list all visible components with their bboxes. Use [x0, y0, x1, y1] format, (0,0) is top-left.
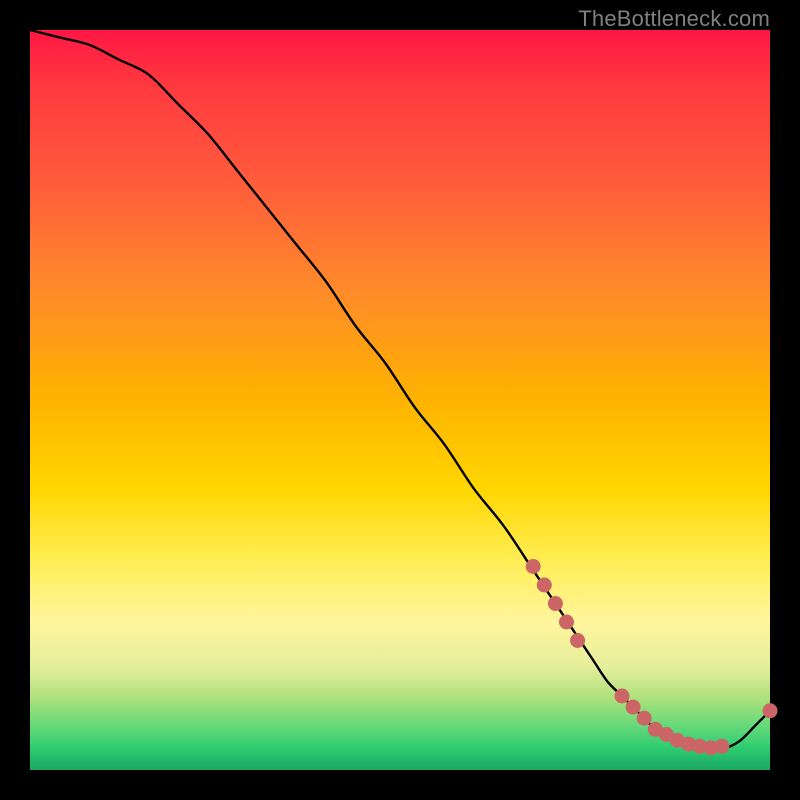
- marker-pt-f: [615, 689, 630, 704]
- marker-pt-o: [714, 739, 729, 754]
- marker-pt-e: [570, 633, 585, 648]
- plot-area: [30, 30, 770, 770]
- marker-pt-b: [537, 578, 552, 593]
- curve-markers: [526, 559, 778, 755]
- marker-pt-g: [626, 700, 641, 715]
- marker-pt-a: [526, 559, 541, 574]
- bottleneck-curve: [30, 30, 770, 748]
- chart-frame: TheBottleneck.com: [0, 0, 800, 800]
- marker-pt-p: [763, 703, 778, 718]
- marker-pt-h: [637, 711, 652, 726]
- watermark-text: TheBottleneck.com: [578, 6, 770, 32]
- marker-pt-d: [559, 615, 574, 630]
- marker-pt-c: [548, 596, 563, 611]
- chart-svg: [30, 30, 770, 770]
